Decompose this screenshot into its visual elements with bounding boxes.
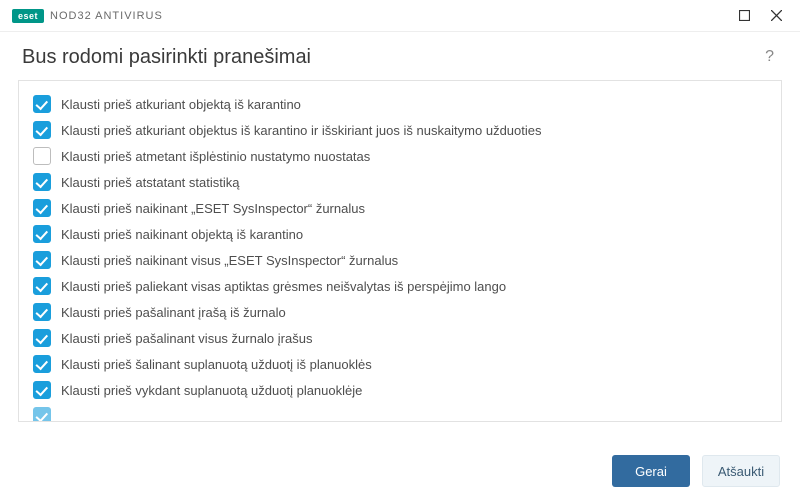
checkbox[interactable] [33, 147, 51, 165]
list-item-label: Klausti prieš pašalinant visus žurnalo į… [61, 331, 312, 346]
list-item-label: Klausti prieš atstatant statistiką [61, 175, 239, 190]
window-maximize-button[interactable] [728, 2, 760, 30]
list-item-label: Klausti prieš šalinant suplanuotą užduot… [61, 357, 372, 372]
square-icon [739, 10, 750, 21]
page-title: Bus rodomi pasirinkti pranešimai [22, 46, 311, 69]
list-item-label: Klausti prieš naikinant objektą iš karan… [61, 227, 303, 242]
list-item: Klausti prieš šalinant suplanuotą užduot… [31, 351, 769, 377]
list-item: Klausti prieš naikinant visus „ESET SysI… [31, 247, 769, 273]
help-icon: ? [765, 48, 774, 65]
header: Bus rodomi pasirinkti pranešimai ? [0, 32, 800, 80]
list-item: Klausti prieš paliekant visas aptiktas g… [31, 273, 769, 299]
checkbox[interactable] [33, 251, 51, 269]
checkbox[interactable] [33, 225, 51, 243]
checkbox[interactable] [33, 355, 51, 373]
list-item: Klausti prieš pašalinant įrašą iš žurnal… [31, 299, 769, 325]
help-button[interactable]: ? [761, 44, 778, 70]
checkbox[interactable] [33, 381, 51, 399]
checkbox[interactable] [33, 277, 51, 295]
list-item-label: Klausti prieš naikinant visus „ESET SysI… [61, 253, 398, 268]
footer: Gerai Atšaukti [0, 442, 800, 500]
list-item: Klausti prieš naikinant objektą iš karan… [31, 221, 769, 247]
list-item-label: Klausti prieš atkuriant objektą iš karan… [61, 97, 301, 112]
checkbox[interactable] [33, 407, 51, 421]
list-item-label: Klausti prieš atmetant išplėstinio nusta… [61, 149, 370, 164]
cancel-button[interactable]: Atšaukti [702, 455, 780, 487]
checkbox[interactable] [33, 95, 51, 113]
checkbox[interactable] [33, 303, 51, 321]
product-name: NOD32 ANTIVIRUS [50, 10, 163, 22]
brand-badge: eset [12, 9, 44, 23]
list-item: Klausti prieš naikinant „ESET SysInspect… [31, 195, 769, 221]
list-item-label: Klausti prieš naikinant „ESET SysInspect… [61, 201, 365, 216]
settings-list: Klausti prieš atkuriant objektą iš karan… [18, 80, 782, 422]
close-icon [771, 10, 782, 21]
list-item: Klausti prieš pašalinant visus žurnalo į… [31, 325, 769, 351]
checkbox[interactable] [33, 121, 51, 139]
settings-list-scroll[interactable]: Klausti prieš atkuriant objektą iš karan… [19, 81, 781, 421]
checkbox[interactable] [33, 199, 51, 217]
list-item-label: Klausti prieš paliekant visas aptiktas g… [61, 279, 506, 294]
titlebar: eset NOD32 ANTIVIRUS [0, 0, 800, 32]
list-item-label: Klausti prieš vykdant suplanuotą užduotį… [61, 383, 362, 398]
list-item: Klausti prieš atmetant išplėstinio nusta… [31, 143, 769, 169]
checkbox[interactable] [33, 173, 51, 191]
list-item: Klausti prieš atstatant statistiką [31, 169, 769, 195]
list-item: Klausti prieš vykdant suplanuotą užduotį… [31, 377, 769, 403]
ok-button[interactable]: Gerai [612, 455, 690, 487]
list-item-label: Klausti prieš atkuriant objektus iš kara… [61, 123, 542, 138]
list-item [31, 403, 769, 421]
list-item-label: Klausti prieš pašalinant įrašą iš žurnal… [61, 305, 286, 320]
checkbox[interactable] [33, 329, 51, 347]
window-close-button[interactable] [760, 2, 792, 30]
list-item: Klausti prieš atkuriant objektą iš karan… [31, 91, 769, 117]
list-item: Klausti prieš atkuriant objektus iš kara… [31, 117, 769, 143]
